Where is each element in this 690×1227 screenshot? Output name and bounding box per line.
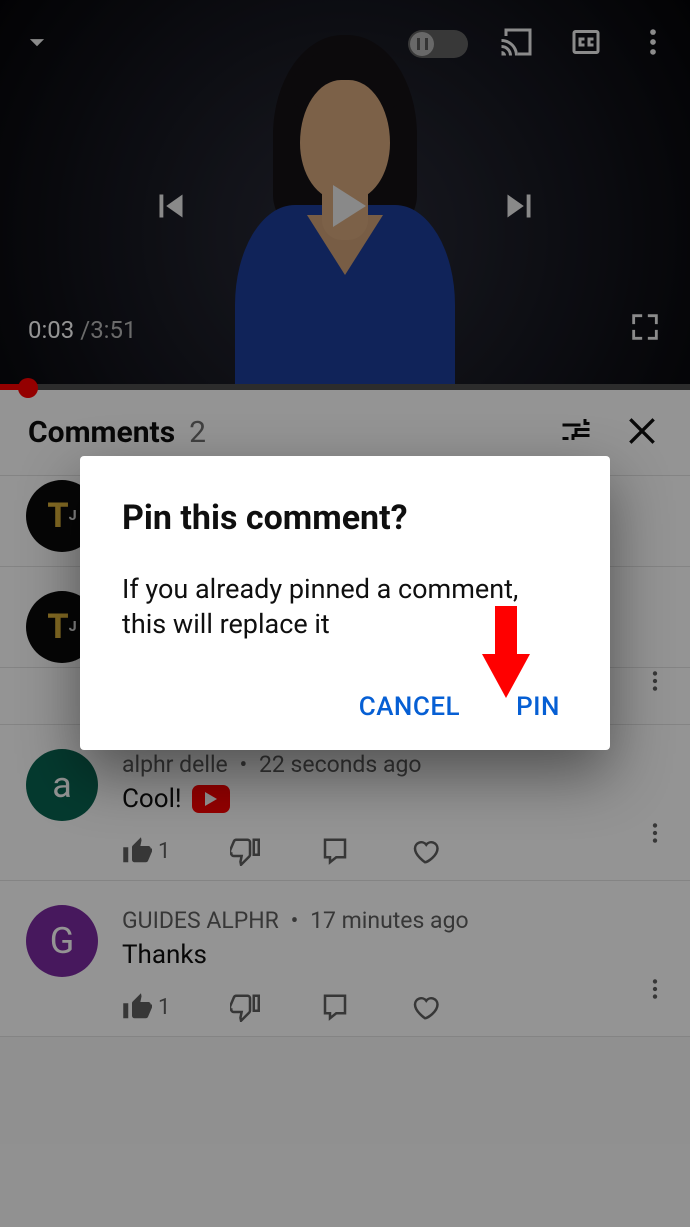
modal-overlay[interactable]: Pin this comment? If you already pinned …: [0, 0, 690, 1227]
dialog-title: Pin this comment?: [122, 498, 568, 538]
annotation-arrow-icon: [476, 604, 536, 704]
cancel-button[interactable]: CANCEL: [359, 692, 460, 722]
pin-comment-dialog: Pin this comment? If you already pinned …: [80, 456, 610, 750]
